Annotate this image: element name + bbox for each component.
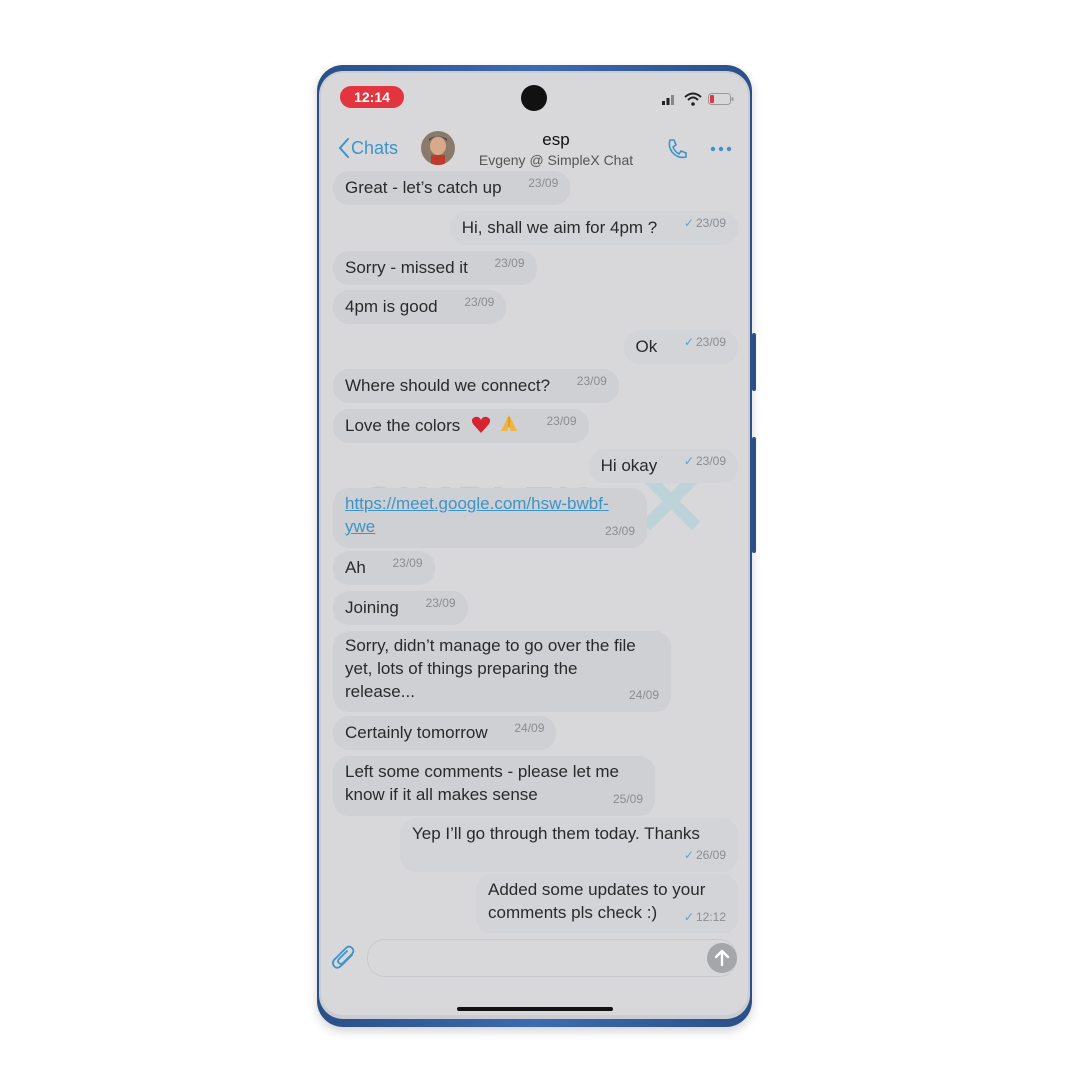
message-bubble[interactable]: Left some comments - please let me know …: [333, 756, 655, 816]
message-bubble[interactable]: Ah 23/09: [333, 551, 435, 585]
message-bubble[interactable]: Hi, shall we aim for 4pm ? ✓ 23/09: [449, 211, 738, 245]
sent-check-icon: ✓: [683, 335, 694, 349]
message-text: yet, lots of things preparing the: [345, 659, 578, 678]
message-bubble[interactable]: Love the colors 23/09: [333, 409, 589, 443]
message-time: 23/09: [695, 335, 726, 349]
signal-icon: [662, 95, 674, 105]
message-time: 23/09: [576, 374, 607, 388]
message-text: Sorry - missed it: [345, 258, 468, 277]
call-button[interactable]: [665, 137, 689, 166]
message-time: 23/09: [425, 596, 456, 610]
arrow-up-icon: [714, 949, 730, 967]
phone-device: 12:14 Chats esp Evgeny @ SimpleX Chat Gr…: [317, 65, 756, 1027]
message-text: 4pm is good: [345, 297, 438, 316]
contact-name[interactable]: esp: [461, 130, 651, 150]
message-bubble[interactable]: Sorry - missed it 23/09: [333, 251, 537, 285]
screen: 12:14 Chats esp Evgeny @ SimpleX Chat Gr…: [321, 73, 748, 1015]
message-bubble[interactable]: Hi okay ✓ 23/09: [588, 449, 738, 483]
message-time: 25/09: [612, 792, 643, 806]
phone-icon: [668, 139, 687, 159]
back-label: Chats: [351, 137, 399, 158]
message-time: 12:12: [695, 910, 726, 924]
message-bubble[interactable]: Certainly tomorrow 24/09: [333, 716, 557, 750]
message-time: 23/09: [392, 556, 423, 570]
message-text: Where should we connect?: [345, 376, 551, 395]
message-time: 23/09: [546, 414, 577, 428]
message-text: Hi okay: [600, 456, 658, 475]
message-text: Yep I’ll go through them today. Thanks: [412, 824, 700, 843]
power-button: [752, 437, 756, 553]
status-time: 12:14: [340, 86, 404, 108]
message-text: Joining: [345, 598, 399, 617]
message-time: 24/09: [514, 721, 545, 735]
sent-check-icon: ✓: [683, 848, 694, 862]
paperclip-icon: [331, 945, 355, 969]
message-text: Ok: [635, 337, 658, 356]
chevron-left-icon: [338, 138, 349, 158]
message-link[interactable]: https://meet.google.com/hsw-bwbf-: [345, 492, 635, 515]
message-bubble[interactable]: Joining 23/09: [333, 591, 468, 625]
sent-check-icon: ✓: [683, 454, 694, 468]
contact-subtitle: Evgeny @ SimpleX Chat: [478, 152, 634, 168]
message-text: Love the colors: [345, 416, 461, 435]
more-icon: [710, 146, 732, 152]
message-input[interactable]: [367, 939, 737, 977]
message-link[interactable]: ywe: [345, 515, 635, 538]
message-time: 23/09: [494, 256, 525, 270]
message-time: 23/09: [604, 524, 635, 538]
message-text: Great - let’s catch up: [345, 178, 502, 197]
heart-emoji-icon: [471, 416, 491, 433]
message-list[interactable]: SIMPLEX Great - let’s catch up 23/09 Hi,…: [321, 171, 748, 933]
more-button[interactable]: [709, 137, 733, 166]
message-bubble[interactable]: Ok ✓ 23/09: [623, 330, 738, 364]
pray-emoji-icon: [500, 415, 517, 431]
sent-check-icon: ✓: [683, 216, 694, 230]
message-time: 23/09: [464, 295, 495, 309]
message-text: know if it all makes sense: [345, 785, 538, 804]
composer: [321, 935, 748, 981]
message-text: Ah: [345, 558, 366, 577]
chat-header: Chats esp Evgeny @ SimpleX Chat: [321, 127, 748, 175]
attach-button[interactable]: [331, 943, 357, 976]
sent-check-icon: ✓: [683, 910, 694, 924]
battery-icon: [708, 93, 734, 105]
message-bubble[interactable]: Sorry, didn’t manage to go over the file…: [333, 631, 671, 712]
back-button[interactable]: Chats: [337, 137, 398, 159]
message-time: 23/09: [528, 176, 559, 190]
send-button[interactable]: [707, 943, 737, 973]
message-bubble[interactable]: Great - let’s catch up 23/09: [333, 171, 571, 205]
status-bar: 12:14: [321, 73, 748, 121]
message-text: release...: [345, 682, 415, 701]
message-text: Left some comments - please let me: [345, 762, 620, 781]
home-indicator[interactable]: [457, 1007, 613, 1011]
message-time: 23/09: [695, 454, 726, 468]
status-icons: [662, 92, 734, 106]
message-bubble[interactable]: Added some updates to your comments pls …: [476, 874, 738, 933]
avatar-image: [421, 131, 455, 165]
avatar[interactable]: [421, 131, 455, 165]
message-text: Hi, shall we aim for 4pm ?: [461, 218, 658, 237]
message-bubble[interactable]: https://meet.google.com/hsw-bwbf- ywe 23…: [333, 488, 647, 548]
camera-hole: [521, 85, 547, 111]
message-time: 23/09: [695, 216, 726, 230]
volume-button: [752, 333, 756, 391]
wifi-icon: [684, 92, 702, 106]
message-time: 26/09: [695, 848, 726, 862]
message-text: Sorry, didn’t manage to go over the file: [345, 636, 636, 655]
message-text: Certainly tomorrow: [345, 723, 488, 742]
message-bubble[interactable]: Yep I’ll go through them today. Thanks ✓…: [400, 818, 738, 872]
message-bubble[interactable]: 4pm is good 23/09: [333, 290, 507, 324]
message-text: Added some updates to your: [488, 880, 706, 899]
message-time: 24/09: [628, 688, 659, 702]
message-bubble[interactable]: Where should we connect? 23/09: [333, 369, 619, 403]
